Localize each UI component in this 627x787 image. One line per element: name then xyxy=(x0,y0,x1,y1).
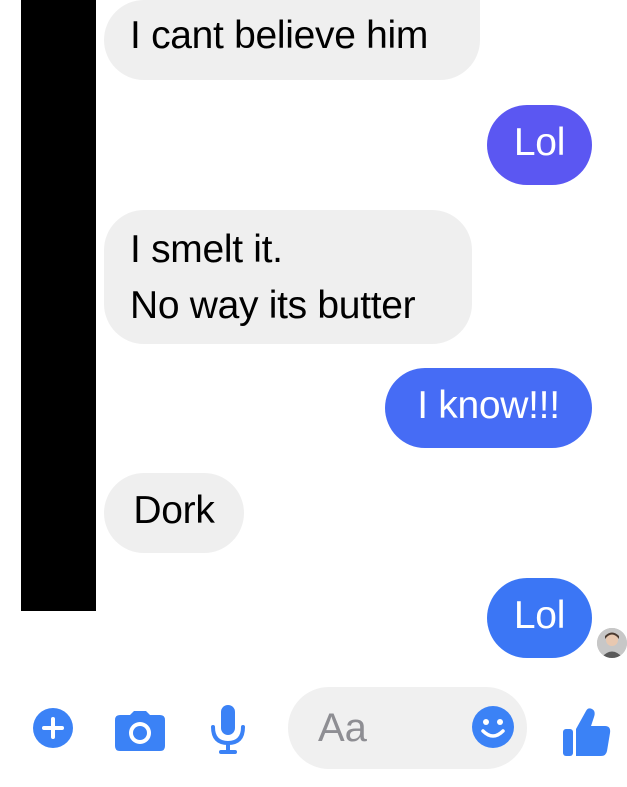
incoming-message-bubble[interactable]: Dork xyxy=(104,473,244,553)
message-input[interactable] xyxy=(318,705,458,751)
messenger-screen: I cant believe him Lol I smelt it. No wa… xyxy=(0,0,627,787)
smiley-icon[interactable] xyxy=(471,705,515,754)
message-composer xyxy=(0,685,627,787)
outgoing-message-bubble[interactable]: I know!!! xyxy=(385,368,592,448)
microphone-icon[interactable] xyxy=(210,705,246,760)
redaction-bar xyxy=(21,0,96,611)
message-input-field[interactable] xyxy=(288,687,527,769)
camera-icon[interactable] xyxy=(114,711,166,756)
plus-circle-icon[interactable] xyxy=(32,707,74,754)
incoming-message-bubble[interactable]: I smelt it. No way its butter xyxy=(104,210,472,344)
outgoing-message-bubble[interactable]: Lol xyxy=(487,105,592,185)
incoming-message-bubble[interactable]: I cant believe him xyxy=(104,0,480,80)
outgoing-message-bubble[interactable]: Lol xyxy=(487,578,592,658)
thumbs-up-icon[interactable] xyxy=(563,707,611,762)
read-receipt-avatar xyxy=(597,628,627,658)
